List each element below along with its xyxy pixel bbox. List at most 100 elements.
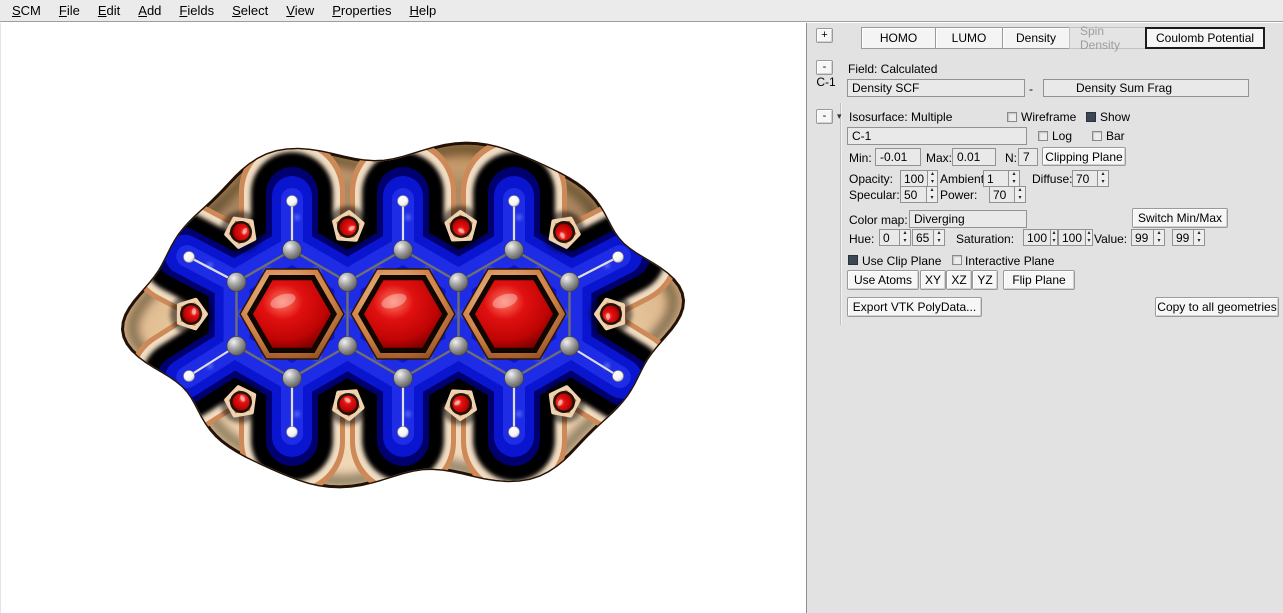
saturation-max-value[interactable]: 100 — [1058, 229, 1085, 246]
tab-spin-density: Spin Density — [1069, 27, 1146, 49]
spinner-arrows-icon[interactable]: ▴▾ — [1050, 229, 1058, 246]
plane-xz-button[interactable]: XZ — [946, 270, 972, 290]
menu-fields[interactable]: Fields — [170, 1, 223, 21]
power-value[interactable]: 70 — [989, 186, 1014, 203]
field-combo-left[interactable]: Density SCF — [847, 79, 1025, 97]
use-clip-plane-label: Use Clip Plane — [862, 254, 941, 268]
menu-add[interactable]: Add — [129, 1, 170, 21]
menu-help[interactable]: Help — [400, 1, 445, 21]
hue-max-value[interactable]: 65 — [912, 229, 933, 246]
value-label: Value: — [1094, 232, 1127, 246]
menu-view[interactable]: View — [277, 1, 323, 21]
saturation-label: Saturation: — [956, 232, 1014, 246]
menu-file[interactable]: File — [50, 1, 89, 21]
opacity-value[interactable]: 100 — [900, 170, 927, 187]
hue-max-stepper[interactable]: 65 ▴▾ — [912, 229, 945, 246]
spinner-arrows-icon[interactable]: ▴▾ — [1153, 229, 1165, 246]
application-window: SCM File Edit Add Fields Select View Pro… — [0, 0, 1283, 613]
field-section-title: Field: Calculated — [848, 62, 937, 76]
saturation-min-value[interactable]: 100 — [1023, 229, 1050, 246]
colormap-label: Color map: — [849, 213, 908, 227]
spinner-arrows-icon[interactable]: ▴▾ — [899, 229, 911, 246]
geometry-label: C-1 — [813, 75, 839, 89]
spinner-arrows-icon[interactable]: ▴▾ — [1193, 229, 1205, 246]
menu-select[interactable]: Select — [223, 1, 277, 21]
wireframe-checkbox[interactable] — [1007, 112, 1017, 122]
hue-label: Hue: — [849, 232, 874, 246]
spinner-arrows-icon[interactable]: ▴▾ — [1097, 170, 1109, 187]
spinner-arrows-icon[interactable]: ▴▾ — [1014, 186, 1026, 203]
switch-minmax-button[interactable]: Switch Min/Max — [1132, 208, 1228, 228]
plane-xy-button[interactable]: XY — [920, 270, 946, 290]
spinner-arrows-icon[interactable]: ▴▾ — [933, 229, 945, 246]
log-checkbox[interactable] — [1038, 131, 1048, 141]
use-clip-plane-checkbox[interactable] — [848, 255, 858, 265]
colormap-combo[interactable]: Diverging — [909, 210, 1027, 228]
value-min-value[interactable]: 99 — [1131, 229, 1153, 246]
spinner-arrows-icon[interactable]: ▴▾ — [927, 170, 938, 187]
export-vtk-button[interactable]: Export VTK PolyData... — [847, 297, 982, 317]
bar-label: Bar — [1106, 129, 1125, 143]
ambient-label: Ambient: — [940, 172, 987, 186]
min-label: Min: — [849, 151, 872, 165]
interactive-plane-checkbox[interactable] — [952, 255, 962, 265]
tab-lumo[interactable]: LUMO — [935, 27, 1003, 49]
min-input[interactable]: -0.01 — [875, 148, 921, 166]
molecule-render — [1, 23, 807, 613]
specular-value[interactable]: 50 — [900, 186, 926, 203]
ambient-value[interactable]: 1 — [983, 170, 1008, 187]
viewport-3d[interactable] — [0, 23, 806, 613]
menu-scm[interactable]: SCM — [3, 1, 50, 21]
clipping-plane-button[interactable]: Clipping Plane — [1042, 147, 1126, 166]
diffuse-stepper[interactable]: 70 ▴▾ — [1072, 170, 1109, 187]
value-max-value[interactable]: 99 — [1172, 229, 1193, 246]
isosurface-name-input[interactable]: C-1 — [847, 127, 1027, 145]
collapse-isosurface-section-button[interactable]: - — [816, 109, 833, 124]
tab-coulomb-potential[interactable]: Coulomb Potential — [1145, 27, 1265, 49]
max-input[interactable]: 0.01 — [952, 148, 996, 166]
value-min-stepper[interactable]: 99 ▴▾ — [1131, 229, 1165, 246]
diffuse-value[interactable]: 70 — [1072, 170, 1097, 187]
spinner-arrows-icon[interactable]: ▴▾ — [1085, 229, 1093, 246]
opacity-label: Opacity: — [849, 172, 893, 186]
ambient-stepper[interactable]: 1 ▴▾ — [983, 170, 1020, 187]
menu-edit[interactable]: Edit — [89, 1, 129, 21]
collapse-field-section-button[interactable]: - — [816, 60, 833, 75]
show-checkbox[interactable] — [1086, 112, 1096, 122]
saturation-min-stepper[interactable]: 100 ▴▾ — [1023, 229, 1058, 246]
specular-stepper[interactable]: 50 ▴▾ — [900, 186, 938, 203]
isosurface-section-title: Isosurface: Multiple — [849, 110, 952, 124]
plane-yz-button[interactable]: YZ — [972, 270, 998, 290]
tab-homo[interactable]: HOMO — [861, 27, 936, 49]
flip-plane-button[interactable]: Flip Plane — [1003, 270, 1075, 290]
field-combo-separator: - — [1029, 82, 1033, 96]
spinner-arrows-icon[interactable]: ▴▾ — [1008, 170, 1020, 187]
log-label: Log — [1052, 129, 1072, 143]
hue-min-value[interactable]: 0 — [879, 229, 899, 246]
n-input[interactable]: 7 — [1018, 148, 1038, 166]
field-combo-right[interactable]: Density Sum Frag — [1043, 79, 1249, 97]
opacity-stepper[interactable]: 100 ▴▾ — [900, 170, 938, 187]
use-atoms-button[interactable]: Use Atoms — [847, 270, 919, 290]
specular-label: Specular: — [849, 188, 900, 202]
menu-properties[interactable]: Properties — [323, 1, 400, 21]
max-label: Max: — [926, 151, 952, 165]
diffuse-label: Diffuse: — [1032, 172, 1072, 186]
wireframe-label: Wireframe — [1021, 110, 1076, 124]
interactive-plane-label: Interactive Plane — [965, 254, 1054, 268]
power-label: Power: — [940, 188, 977, 202]
copy-to-all-geometries-button[interactable]: Copy to all geometries — [1155, 297, 1279, 317]
show-label: Show — [1100, 110, 1130, 124]
spinner-arrows-icon[interactable]: ▴▾ — [926, 186, 938, 203]
menu-bar: SCM File Edit Add Fields Select View Pro… — [0, 0, 1283, 22]
section-frame-line — [840, 103, 841, 325]
value-max-stepper[interactable]: 99 ▴▾ — [1172, 229, 1205, 246]
power-stepper[interactable]: 70 ▴▾ — [989, 186, 1026, 203]
expand-section-button[interactable]: + — [816, 28, 833, 43]
saturation-max-stepper[interactable]: 100 ▴▾ — [1058, 229, 1093, 246]
bar-checkbox[interactable] — [1092, 131, 1102, 141]
tab-density[interactable]: Density — [1002, 27, 1070, 49]
collapse-arrow-icon[interactable]: ▾ — [837, 112, 842, 121]
control-panel: + HOMO LUMO Density Spin Density Coulomb… — [806, 23, 1283, 613]
hue-min-stepper[interactable]: 0 ▴▾ — [879, 229, 911, 246]
